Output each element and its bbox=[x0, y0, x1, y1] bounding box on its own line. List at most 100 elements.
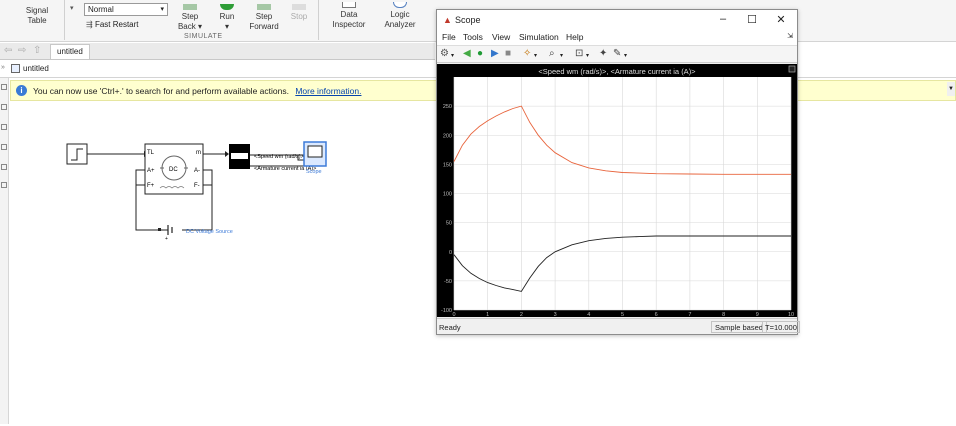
run-icon[interactable]: ● bbox=[477, 48, 483, 60]
logic-analyzer-label: Logic Analyzer bbox=[384, 10, 416, 29]
simulation-mode-select[interactable]: Normal ▾ bbox=[84, 3, 168, 16]
status-sample-based: Sample based bbox=[711, 321, 767, 333]
chevron-down-icon: ▾ bbox=[224, 22, 229, 31]
logic-analyzer-icon bbox=[393, 2, 407, 8]
expand-icon[interactable] bbox=[788, 65, 796, 73]
annotation-icon[interactable] bbox=[1, 164, 7, 170]
chevron-down-icon: ▾ bbox=[160, 6, 164, 13]
scope-chart: <Speed wm (rad/s)>, <Armature current ia… bbox=[441, 65, 796, 318]
menu-file[interactable]: File bbox=[442, 32, 456, 42]
block-diagram: DC TL m A+ A- F+ F- <Speed wm (rad/s)> <… bbox=[66, 141, 327, 242]
arrow-icon[interactable] bbox=[1, 124, 7, 130]
minimize-icon[interactable]: – bbox=[713, 13, 733, 25]
bus-selector-divider bbox=[231, 153, 248, 159]
step-forward-icon[interactable]: ▶ bbox=[491, 48, 499, 60]
zoom-icon[interactable]: ⌕ bbox=[549, 48, 555, 60]
settings-gear-icon[interactable]: ⚙ bbox=[440, 48, 449, 60]
stop-button[interactable]: Stop bbox=[286, 4, 312, 22]
menu-view[interactable]: View bbox=[492, 32, 510, 42]
maximize-icon[interactable]: ☐ bbox=[742, 13, 762, 26]
back-arrow-icon[interactable]: ⇦ bbox=[4, 45, 12, 56]
y-tick-label: 100 bbox=[443, 192, 452, 198]
y-tick-label: -100 bbox=[441, 308, 452, 314]
scope-window[interactable]: ▲ Scope – ☐ ✕ File Tools View Simulation… bbox=[436, 9, 800, 335]
chevron-down-icon[interactable]: ▾ bbox=[70, 4, 74, 12]
info-message: You can now use 'Ctrl+.' to search for a… bbox=[33, 86, 361, 96]
chevron-down-icon[interactable]: ▾ bbox=[451, 50, 454, 62]
x-tick-label: 8 bbox=[722, 312, 725, 317]
address-path[interactable]: untitled bbox=[23, 64, 49, 73]
stop-label: Stop bbox=[290, 12, 308, 21]
step-forward-label: Step Forward bbox=[249, 12, 279, 31]
close-icon[interactable]: ✕ bbox=[771, 13, 791, 26]
toolstrip-divider bbox=[64, 0, 65, 40]
chevron-down-icon[interactable]: ▾ bbox=[624, 50, 627, 62]
port-fminus-label: F- bbox=[194, 183, 200, 189]
data-inspector-label: Data Inspector bbox=[332, 10, 366, 29]
cursor-icon[interactable]: ✦ bbox=[599, 48, 607, 60]
more-information-link[interactable]: More information. bbox=[295, 86, 361, 96]
scope-plot-area[interactable]: <Speed wm (rad/s)>, <Armature current ia… bbox=[437, 64, 797, 318]
menu-tools[interactable]: Tools bbox=[463, 32, 483, 42]
model-tab-bar: ⇦ ⇨ ⇧ untitled bbox=[0, 43, 435, 60]
scope-menubar: File Tools View Simulation Help ⇲ bbox=[437, 30, 797, 45]
area-icon[interactable] bbox=[1, 182, 7, 188]
x-tick-label: 10 bbox=[788, 312, 794, 317]
stop-icon bbox=[292, 4, 306, 10]
y-tick-label: 50 bbox=[446, 221, 452, 227]
up-arrow-icon[interactable]: ⇧ bbox=[33, 45, 41, 56]
tab-untitled[interactable]: untitled bbox=[50, 44, 90, 59]
chevron-down-icon[interactable]: ▾ bbox=[534, 50, 537, 62]
scope-toolbar: ⚙ ▾ ◀ ● ▶ ■ ✧ ▾ ⌕ ▾ ⊡ ▾ ✦ ✎ ▾ bbox=[437, 45, 797, 63]
x-tick-label: 0 bbox=[452, 312, 455, 317]
signal-table-button[interactable]: Signal Table bbox=[20, 6, 54, 26]
step-back-button[interactable]: Step Back ▾ bbox=[174, 4, 206, 32]
run-label: Run bbox=[219, 12, 235, 21]
step-forward-button[interactable]: Step Forward bbox=[246, 4, 282, 32]
edit-icon[interactable]: ✎ bbox=[613, 48, 621, 60]
zoom-arrows-icon[interactable] bbox=[1, 104, 7, 110]
highlight-icon[interactable]: ✧ bbox=[523, 48, 531, 60]
matlab-icon: ▲ bbox=[443, 15, 452, 25]
step-back-icon[interactable]: ◀ bbox=[463, 48, 471, 60]
left-palette bbox=[0, 78, 9, 424]
collapse-icon[interactable]: » bbox=[1, 64, 5, 71]
run-button[interactable]: Run ▾ bbox=[212, 4, 242, 32]
port-aplus-label: A+ bbox=[147, 168, 155, 174]
toolstrip-divider bbox=[318, 0, 319, 40]
step-back-icon bbox=[183, 4, 197, 10]
scope-titlebar[interactable]: ▲ Scope – ☐ ✕ bbox=[437, 10, 797, 30]
step-forward-icon bbox=[257, 4, 271, 10]
y-tick-label: 0 bbox=[449, 250, 452, 256]
x-tick-label: 4 bbox=[587, 312, 590, 317]
stop-icon[interactable]: ■ bbox=[505, 48, 511, 60]
status-ready: Ready bbox=[439, 323, 461, 332]
fast-restart-icon: ⇶ bbox=[86, 20, 93, 29]
y-tick-label: 150 bbox=[443, 162, 452, 168]
zoom-fit-icon[interactable] bbox=[1, 84, 7, 90]
model-canvas[interactable]: DC TL m A+ A- F+ F- <Speed wm (rad/s)> <… bbox=[10, 102, 435, 424]
scope-block-label: Scope bbox=[306, 169, 322, 175]
x-tick-label: 5 bbox=[621, 312, 624, 317]
chevron-down-icon[interactable]: ▾ bbox=[560, 50, 563, 62]
menu-simulation[interactable]: Simulation bbox=[519, 32, 559, 42]
x-tick-label: 1 bbox=[486, 312, 489, 317]
scope-icon bbox=[307, 145, 323, 158]
scope-statusbar: Ready Sample based T=10.000 bbox=[437, 318, 800, 334]
info-message-text: You can now use 'Ctrl+.' to search for a… bbox=[33, 86, 289, 96]
forward-arrow-icon[interactable]: ⇨ bbox=[18, 45, 26, 56]
chevron-down-icon[interactable]: ▾ bbox=[586, 50, 589, 62]
chevron-down-icon[interactable]: ▼ bbox=[947, 82, 955, 96]
data-inspector-icon bbox=[342, 2, 356, 8]
pin-icon[interactable]: ⇲ bbox=[787, 32, 793, 40]
x-tick-label: 9 bbox=[756, 312, 759, 317]
data-inspector-button[interactable]: Data Inspector bbox=[330, 2, 368, 30]
port-fplus-label: F+ bbox=[147, 183, 155, 189]
fast-restart-button[interactable]: ⇶ Fast Restart bbox=[86, 20, 139, 29]
y-tick-label: 200 bbox=[443, 133, 452, 139]
menu-help[interactable]: Help bbox=[566, 32, 583, 42]
fit-axes-icon[interactable]: ⊡ bbox=[575, 48, 583, 60]
logic-analyzer-button[interactable]: Logic Analyzer bbox=[380, 2, 420, 30]
connection-node bbox=[158, 228, 161, 231]
image-icon[interactable] bbox=[1, 144, 7, 150]
